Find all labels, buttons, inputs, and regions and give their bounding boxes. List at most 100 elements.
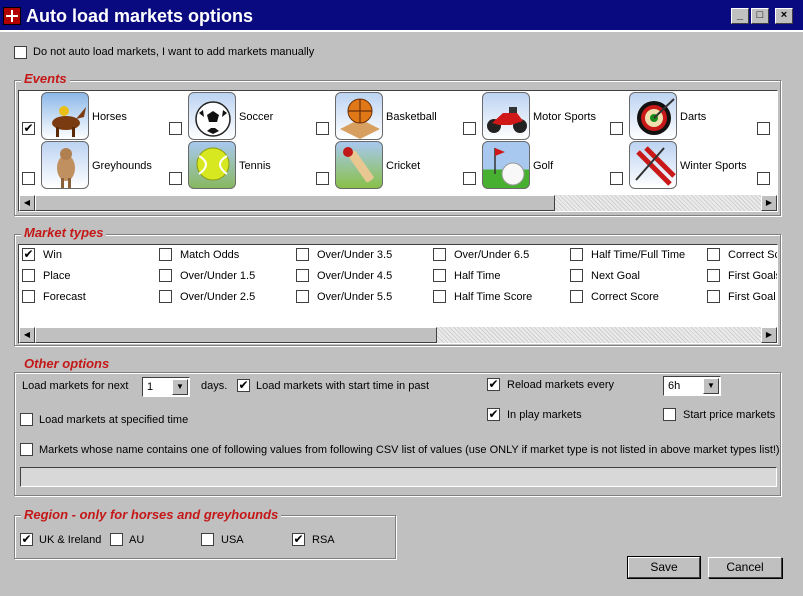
event-checkbox-motor-sports[interactable] (463, 122, 476, 135)
app-icon (3, 7, 21, 25)
market-checkbox[interactable] (159, 290, 172, 303)
event-checkbox-greyhounds[interactable] (22, 172, 35, 185)
region-checkbox-uk-ireland[interactable] (20, 533, 33, 546)
reload-markets-checkbox[interactable] (487, 378, 500, 391)
market-label: Over/Under 4.5 (317, 270, 393, 282)
event-checkbox-partial-2[interactable] (757, 172, 770, 185)
market-types-group-title: Market types (21, 225, 107, 240)
market-label: Half Time/Full Time (591, 249, 686, 261)
save-button[interactable]: Save (627, 556, 701, 579)
events-scrollbar[interactable]: ◀ ▶ (19, 195, 777, 211)
event-checkbox-winter-sports[interactable] (610, 172, 623, 185)
scroll-left-icon[interactable]: ◀ (19, 195, 35, 211)
region-checkbox-usa[interactable] (201, 533, 214, 546)
manual-markets-checkbox[interactable] (14, 46, 27, 59)
event-label-tennis: Tennis (239, 160, 271, 172)
title-bar[interactable]: Auto load markets options _ □ × (0, 0, 803, 32)
market-label: Over/Under 3.5 (317, 249, 393, 261)
market-label: Half Time Score (454, 291, 533, 303)
event-label-winter-sports: Winter Sports (680, 160, 747, 172)
reload-interval-value: 6h (668, 380, 681, 392)
cancel-button[interactable]: Cancel (708, 557, 782, 578)
region-group-title: Region - only for horses and greyhounds (21, 507, 282, 522)
region-checkbox-au[interactable] (110, 533, 123, 546)
scroll-thumb[interactable] (35, 195, 555, 211)
scroll-right-icon[interactable]: ▶ (761, 327, 777, 343)
market-label: Correct Score (591, 291, 659, 303)
market-label: Place (43, 270, 71, 282)
specified-time-label: Load markets at specified time (39, 414, 189, 426)
start-price-checkbox[interactable] (663, 408, 676, 421)
market-label: Over/Under 1.5 (180, 270, 256, 282)
csv-filter-checkbox[interactable] (20, 443, 33, 456)
maximize-button[interactable]: □ (751, 8, 769, 24)
csv-values-input[interactable] (20, 467, 777, 487)
market-checkbox[interactable] (22, 248, 35, 261)
market-checkbox[interactable] (22, 269, 35, 282)
market-types-list[interactable]: ◀ ▶ Win Place Forecast Match Odds Over/Under… (18, 244, 778, 344)
market-label: First Goals (728, 270, 778, 282)
market-label: Over/Under 2.5 (180, 291, 256, 303)
market-label: Over/Under 6.5 (454, 249, 530, 261)
in-play-checkbox[interactable] (487, 408, 500, 421)
market-checkbox[interactable] (433, 290, 446, 303)
greyhound-icon (41, 141, 89, 189)
region-checkbox-rsa[interactable] (292, 533, 305, 546)
reload-markets-label: Reload markets every (507, 379, 614, 391)
specified-time-checkbox[interactable] (20, 413, 33, 426)
reload-interval-select[interactable]: 6h ▼ (663, 376, 721, 396)
market-checkbox[interactable] (707, 290, 720, 303)
event-checkbox-soccer[interactable] (169, 122, 182, 135)
event-label-darts: Darts (680, 111, 707, 123)
other-options-group-title: Other options (21, 356, 113, 371)
market-label: Half Time (454, 270, 501, 282)
market-checkbox[interactable] (296, 290, 309, 303)
market-checkbox[interactable] (570, 290, 583, 303)
market-checkbox[interactable] (22, 290, 35, 303)
event-checkbox-golf[interactable] (463, 172, 476, 185)
market-checkbox[interactable] (570, 269, 583, 282)
event-checkbox-darts[interactable] (610, 122, 623, 135)
event-label-motor-sports: Motor Sports (533, 111, 596, 123)
start-price-label: Start price markets (683, 409, 776, 421)
market-checkbox[interactable] (433, 248, 446, 261)
close-button[interactable]: × (775, 8, 793, 24)
market-types-scrollbar[interactable]: ◀ ▶ (19, 327, 777, 343)
market-label: Correct Sc (728, 249, 778, 261)
golf-ball-icon (482, 141, 530, 189)
market-checkbox[interactable] (433, 269, 446, 282)
manual-markets-label: Do not auto load markets, I want to add … (33, 46, 315, 58)
market-checkbox[interactable] (159, 269, 172, 282)
start-time-past-checkbox[interactable] (237, 379, 250, 392)
minimize-button[interactable]: _ (731, 8, 749, 24)
motorbike-icon (482, 92, 530, 140)
scroll-right-icon[interactable]: ▶ (761, 195, 777, 211)
chevron-down-icon[interactable]: ▼ (703, 378, 719, 394)
market-label: First Goal ( (728, 291, 778, 303)
event-checkbox-basketball[interactable] (316, 122, 329, 135)
market-checkbox[interactable] (707, 269, 720, 282)
days-select[interactable]: 1 ▼ (142, 377, 190, 397)
market-checkbox[interactable] (296, 248, 309, 261)
start-time-past-label: Load markets with start time in past (256, 380, 430, 392)
scroll-left-icon[interactable]: ◀ (19, 327, 35, 343)
chevron-down-icon[interactable]: ▼ (172, 379, 188, 395)
in-play-label: In play markets (507, 409, 582, 421)
event-checkbox-horses[interactable] (22, 122, 35, 135)
event-checkbox-tennis[interactable] (169, 172, 182, 185)
event-checkbox-cricket[interactable] (316, 172, 329, 185)
market-checkbox[interactable] (159, 248, 172, 261)
load-next-label: Load markets for next (22, 380, 129, 392)
scroll-thumb[interactable] (35, 327, 437, 343)
market-label: Win (43, 249, 62, 261)
region-label-usa: USA (221, 534, 244, 546)
market-label: Next Goal (591, 270, 640, 282)
market-checkbox[interactable] (707, 248, 720, 261)
event-checkbox-partial[interactable] (757, 122, 770, 135)
market-checkbox[interactable] (570, 248, 583, 261)
market-checkbox[interactable] (296, 269, 309, 282)
basketball-icon (335, 92, 383, 140)
events-list[interactable]: Horses Soccer Basketball Motor Sports Da… (18, 90, 778, 212)
event-label-soccer: Soccer (239, 111, 274, 123)
days-label: days. (201, 380, 228, 392)
